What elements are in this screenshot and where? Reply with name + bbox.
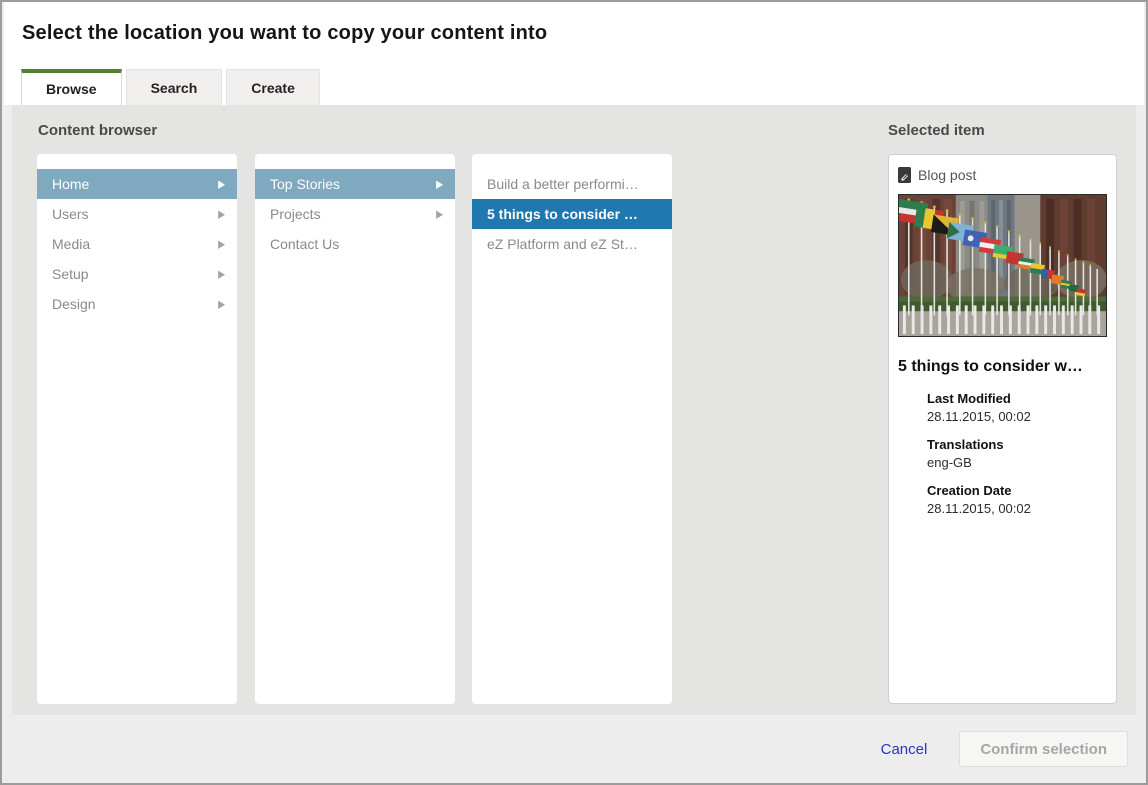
content-browser-heading: Content browser xyxy=(38,122,157,139)
chevron-right-icon: ▶ xyxy=(218,207,225,220)
dialog-title: Select the location you want to copy you… xyxy=(22,22,547,45)
content-type-row: Blog post xyxy=(898,167,1107,183)
selected-item-title: 5 things to consider w… xyxy=(898,358,1107,376)
confirm-selection-button[interactable]: Confirm selection xyxy=(959,731,1128,767)
meta-creation-date: Creation Date 28.11.2015, 00:02 xyxy=(927,483,1107,516)
tree-item-label: Design xyxy=(52,296,218,312)
selected-item-heading: Selected item xyxy=(888,122,985,139)
meta-translations: Translations eng-GB xyxy=(927,437,1107,470)
chevron-right-icon: ▶ xyxy=(436,207,443,220)
meta-value: 28.11.2015, 00:02 xyxy=(927,501,1107,516)
browser-column-1: Home ▶ Users ▶ Media ▶ Setup ▶ Design ▶ xyxy=(37,154,237,704)
content-type-label: Blog post xyxy=(918,167,976,183)
tree-item-label: Build a better performi… xyxy=(487,176,660,192)
tree-item-label: Users xyxy=(52,206,218,222)
meta-label: Last Modified xyxy=(927,391,1107,406)
copy-location-dialog: Select the location you want to copy you… xyxy=(0,0,1148,785)
tree-item-top-stories[interactable]: Top Stories ▶ xyxy=(255,169,455,199)
tree-item-label: Setup xyxy=(52,266,218,282)
tree-item-ez-platform[interactable]: eZ Platform and eZ St… xyxy=(472,229,672,259)
tree-item-label: Contact Us xyxy=(270,236,443,252)
tree-item-users[interactable]: Users ▶ xyxy=(37,199,237,229)
tree-item-media[interactable]: Media ▶ xyxy=(37,229,237,259)
browser-column-3: Build a better performi… 5 things to con… xyxy=(472,154,672,704)
cancel-button[interactable]: Cancel xyxy=(881,741,928,758)
tree-item-home[interactable]: Home ▶ xyxy=(37,169,237,199)
tree-item-5-things[interactable]: 5 things to consider … xyxy=(472,199,672,229)
tree-item-label: Home xyxy=(52,176,218,192)
content-browser-panel: Content browser Selected item Home ▶ Use… xyxy=(12,105,1136,717)
meta-label: Creation Date xyxy=(927,483,1107,498)
tab-browse[interactable]: Browse xyxy=(21,69,122,105)
selected-item-meta: Last Modified 28.11.2015, 00:02 Translat… xyxy=(927,391,1107,516)
selected-item-thumbnail xyxy=(898,194,1107,337)
tree-item-setup[interactable]: Setup ▶ xyxy=(37,259,237,289)
dialog-header: Select the location you want to copy you… xyxy=(4,2,1144,105)
chevron-right-icon: ▶ xyxy=(436,177,443,190)
chevron-right-icon: ▶ xyxy=(218,267,225,280)
tree-item-label: Top Stories xyxy=(270,176,436,192)
chevron-right-icon: ▶ xyxy=(218,297,225,310)
tree-item-design[interactable]: Design ▶ xyxy=(37,289,237,319)
tab-bar: Browse Search Create xyxy=(21,69,320,105)
browser-column-2: Top Stories ▶ Projects ▶ Contact Us xyxy=(255,154,455,704)
meta-label: Translations xyxy=(927,437,1107,452)
meta-value: eng-GB xyxy=(927,455,1107,470)
meta-last-modified: Last Modified 28.11.2015, 00:02 xyxy=(927,391,1107,424)
tree-item-build-a-better[interactable]: Build a better performi… xyxy=(472,169,672,199)
tab-create[interactable]: Create xyxy=(226,69,320,105)
tab-search[interactable]: Search xyxy=(126,69,223,105)
chevron-right-icon: ▶ xyxy=(218,237,225,250)
selected-item-card: Blog post xyxy=(888,154,1117,704)
tree-item-label: Media xyxy=(52,236,218,252)
tree-item-contact-us[interactable]: Contact Us xyxy=(255,229,455,259)
chevron-right-icon: ▶ xyxy=(218,177,225,190)
blog-post-document-icon xyxy=(898,167,911,183)
tree-item-label: 5 things to consider … xyxy=(487,206,660,222)
tree-item-label: eZ Platform and eZ St… xyxy=(487,236,660,252)
tree-item-projects[interactable]: Projects ▶ xyxy=(255,199,455,229)
tree-item-label: Projects xyxy=(270,206,436,222)
meta-value: 28.11.2015, 00:02 xyxy=(927,409,1107,424)
dialog-footer: Cancel Confirm selection xyxy=(4,715,1144,783)
